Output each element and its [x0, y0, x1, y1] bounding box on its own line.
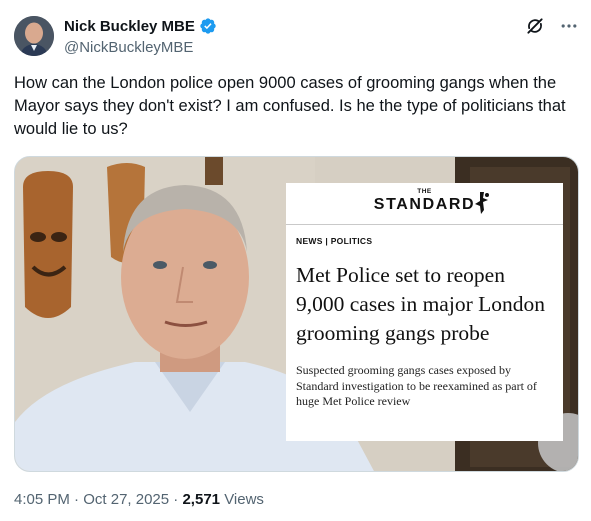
tweet-text: How can the London police open 9000 case… — [14, 74, 566, 138]
views-label: Views — [224, 491, 264, 508]
masthead-the: THE — [417, 188, 432, 195]
more-icon[interactable] — [559, 16, 579, 36]
avatar[interactable] — [14, 16, 54, 56]
footer-separator: · — [173, 491, 179, 508]
footer-separator: · — [74, 491, 80, 508]
news-card-overlay: THE STANDARD NEWS | POLITICS Met Police … — [286, 183, 563, 441]
standard-crest-icon — [475, 192, 489, 214]
article-headline: Met Police set to reopen 9,000 cases in … — [296, 263, 545, 345]
tweet-time[interactable]: 4:05 PM — [14, 491, 70, 508]
views-count[interactable]: 2,571 — [182, 491, 220, 508]
verified-badge-icon — [200, 18, 216, 34]
section-label: NEWS | POLITICS — [296, 236, 373, 246]
masthead-name: STANDARD — [373, 196, 476, 213]
tweet-media[interactable]: THE STANDARD NEWS | POLITICS Met Police … — [14, 156, 579, 472]
handle[interactable]: @NickBuckleyMBE — [64, 39, 217, 56]
tweet-footer: 4:05 PM · Oct 27, 2025 · 2,571 Views — [14, 491, 264, 508]
display-name[interactable]: Nick Buckley MBE — [64, 18, 195, 35]
tweet-header: Nick Buckley MBE @NickBuckleyMBE — [14, 14, 579, 58]
grok-icon[interactable] — [525, 16, 545, 36]
article-dek: Suspected grooming gangs cases exposed b… — [296, 363, 537, 408]
tweet-date[interactable]: Oct 27, 2025 — [83, 491, 169, 508]
masthead: THE STANDARD — [286, 183, 563, 225]
